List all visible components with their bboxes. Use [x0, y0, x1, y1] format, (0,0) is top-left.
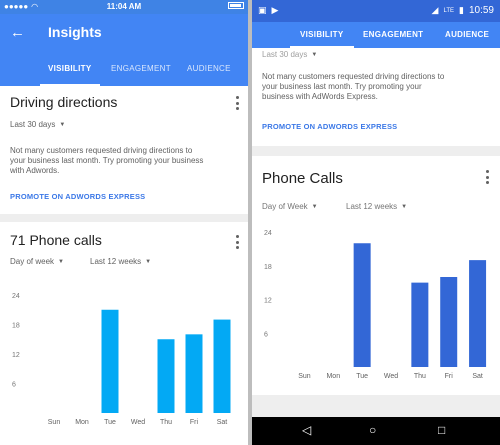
promote-adwords-link[interactable]: PROMOTE ON ADWORDS EXPRESS	[262, 122, 397, 131]
bar-fri	[185, 334, 203, 413]
filter-label: Last 12 weeks	[90, 257, 142, 266]
android-screen: ▣ ▶ ◢ LTE ▮ 10:59 VISIBILITY ENGAGEMENT …	[252, 0, 500, 445]
period-label: Last 30 days	[10, 120, 56, 129]
x-tick-label: Mon	[75, 419, 89, 426]
tab-audience[interactable]: AUDIENCE	[187, 64, 231, 73]
status-bar: ●●●●● ◠ 11:04 AM	[0, 0, 248, 14]
tab-bar: VISIBILITY ENGAGEMENT AUDIENCE	[0, 60, 248, 86]
period-dropdown[interactable]: Last 30 days ▼	[10, 120, 65, 129]
desc-line: your business last month. Try promoting …	[262, 82, 422, 91]
more-vert-icon[interactable]	[236, 96, 240, 110]
signal-icon: ◢	[431, 5, 439, 15]
x-tick-label: Fri	[445, 373, 454, 380]
phone-calls-chart: 6 12 18 24 Sun Mon Tue Wed Thu Fri Sat	[12, 293, 231, 426]
day-of-week-dropdown[interactable]: Day of week ▼	[10, 257, 64, 266]
home-circle-icon[interactable]: ○	[369, 423, 376, 437]
filter-label: Day of week	[10, 257, 55, 266]
y-tick-label: 18	[264, 264, 272, 271]
iphone-screen: ●●●●● ◠ 11:04 AM ← Insights VISIBILITY E…	[0, 0, 248, 445]
filter-label: Last 12 weeks	[346, 202, 398, 211]
tab-visibility[interactable]: VISIBILITY	[300, 30, 343, 39]
tab-visibility[interactable]: VISIBILITY	[48, 64, 91, 73]
status-time: 10:59	[468, 5, 494, 16]
card-title: 71 Phone calls	[10, 232, 102, 248]
more-vert-icon[interactable]	[486, 170, 490, 184]
status-bar: ▣ ▶ ◢ LTE ▮ 10:59	[252, 0, 500, 22]
x-tick-label: Fri	[190, 419, 199, 426]
tab-engagement[interactable]: ENGAGEMENT	[111, 64, 171, 73]
promote-adwords-link[interactable]: PROMOTE ON ADWORDS EXPRESS	[10, 192, 145, 201]
lte-icon: LTE	[443, 7, 455, 14]
phone-calls-card: 71 Phone calls Day of week ▼ Last 12 wee…	[0, 222, 248, 445]
desc-line: Not many customers requested driving dir…	[10, 146, 193, 155]
x-tick-label: Thu	[414, 373, 426, 380]
driving-directions-card: Driving directions Last 30 days ▼ Not ma…	[0, 86, 248, 214]
phone-calls-chart: 6 12 18 24 Sun Mon Tue Wed Thu Fri Sat	[264, 230, 487, 380]
x-tick-label: Sun	[298, 373, 311, 380]
bar-thu	[411, 282, 429, 367]
filter-label: Day of Week	[262, 202, 308, 211]
y-tick-label: 6	[12, 382, 16, 389]
app-bar: ← Insights VISIBILITY ENGAGEMENT AUDIENC…	[0, 14, 248, 86]
x-tick-label: Sat	[472, 373, 483, 380]
image-icon: ▣	[258, 5, 267, 15]
description: Not many customers requested driving dir…	[10, 146, 203, 176]
status-time: 11:04 AM	[106, 2, 142, 11]
back-triangle-icon[interactable]: ◁	[302, 423, 311, 437]
day-of-week-dropdown[interactable]: Day of Week ▼	[262, 202, 318, 211]
bar-thu	[157, 339, 175, 413]
chevron-down-icon: ▼	[401, 203, 408, 210]
desc-line: your business last month. Try promoting …	[10, 156, 204, 165]
bar-sat	[469, 260, 487, 367]
desc-line: business with AdWords Express.	[262, 92, 378, 101]
period-label: Last 30 days	[262, 50, 308, 59]
android-nav-bar: ◁ ○ □	[252, 417, 500, 445]
y-tick-label: 24	[264, 230, 272, 237]
card-title: Driving directions	[10, 94, 118, 110]
x-tick-label: Sun	[48, 419, 61, 426]
chevron-down-icon: ▼	[311, 51, 318, 58]
y-tick-label: 12	[12, 352, 20, 359]
tab-engagement[interactable]: ENGAGEMENT	[363, 30, 423, 39]
card-title: Phone Calls	[262, 170, 343, 187]
chevron-down-icon: ▼	[311, 203, 318, 210]
phone-calls-card: Phone Calls Day of Week ▼ Last 12 weeks …	[252, 156, 500, 395]
play-icon: ▶	[271, 5, 279, 15]
y-tick-label: 6	[264, 331, 268, 338]
weeks-dropdown[interactable]: Last 12 weeks ▼	[90, 257, 151, 266]
tab-audience[interactable]: AUDIENCE	[445, 30, 489, 39]
battery-icon: ▮	[459, 5, 464, 15]
x-tick-label: Sat	[217, 419, 228, 426]
page-title: Insights	[48, 24, 102, 40]
bar-tue	[101, 309, 119, 413]
x-tick-label: Tue	[104, 419, 116, 426]
arrow-left-icon[interactable]: ←	[10, 24, 25, 41]
bar-sat	[213, 319, 231, 413]
bar-fri	[440, 277, 458, 367]
chevron-down-icon: ▼	[145, 258, 152, 265]
description: Not many customers requested driving dir…	[262, 72, 444, 102]
y-tick-label: 24	[12, 293, 20, 300]
recents-square-icon[interactable]: □	[438, 423, 445, 437]
desc-line: with Adwords.	[10, 166, 60, 175]
chevron-down-icon: ▼	[58, 258, 64, 265]
desc-line: Not many customers requested driving dir…	[262, 72, 445, 81]
more-vert-icon[interactable]	[236, 235, 240, 249]
chevron-down-icon: ▼	[59, 121, 66, 128]
period-dropdown[interactable]: Last 30 days ▼	[262, 50, 317, 59]
x-tick-label: Tue	[356, 373, 368, 380]
x-tick-label: Wed	[131, 419, 145, 426]
y-tick-label: 18	[12, 323, 20, 330]
x-tick-label: Thu	[160, 419, 172, 426]
x-tick-label: Mon	[326, 373, 340, 380]
x-tick-label: Wed	[384, 373, 398, 380]
bar-tue	[353, 243, 371, 367]
battery-icon	[228, 2, 244, 9]
y-tick-label: 12	[264, 298, 272, 305]
tab-bar: VISIBILITY ENGAGEMENT AUDIENCE	[252, 22, 500, 48]
weeks-dropdown[interactable]: Last 12 weeks ▼	[346, 202, 407, 211]
driving-directions-card: Last 30 days ▼ Not many customers reques…	[252, 48, 500, 146]
